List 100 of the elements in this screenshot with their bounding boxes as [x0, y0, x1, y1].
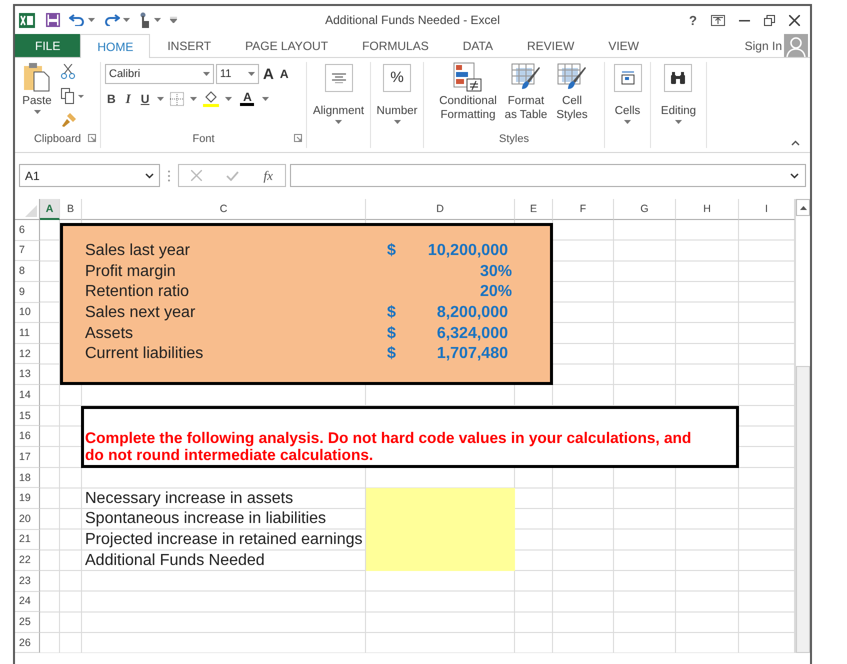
redo-icon[interactable] [104, 14, 120, 26]
row-header[interactable]: 17 [15, 447, 40, 468]
dropdown-caret-icon[interactable] [394, 120, 400, 124]
ribbon-display-icon[interactable] [711, 14, 725, 26]
avatar-icon[interactable] [784, 34, 808, 57]
dropdown-caret-icon[interactable] [123, 18, 130, 22]
font-name-field[interactable]: Calibri [105, 64, 214, 84]
collapse-ribbon-icon[interactable] [791, 140, 800, 146]
ribbon-tab[interactable]: DATA [446, 34, 510, 57]
vertical-scrollbar[interactable] [795, 199, 810, 654]
row-header[interactable]: 20 [15, 508, 40, 530]
font-size-field[interactable]: 11 [216, 64, 259, 84]
dropdown-caret-icon[interactable] [248, 72, 255, 76]
ribbon-tab[interactable]: HOME [80, 34, 150, 58]
row-header[interactable]: 13 [15, 364, 40, 386]
fill-color-icon[interactable] [203, 90, 220, 107]
underline-button[interactable]: U [138, 92, 152, 106]
row-header[interactable]: 14 [15, 385, 40, 406]
paste-button[interactable]: Paste [19, 62, 55, 130]
dropdown-caret-icon[interactable] [154, 18, 161, 22]
dropdown-caret-icon[interactable] [225, 96, 232, 100]
undo-icon[interactable] [69, 14, 85, 26]
ribbon-tab[interactable]: REVIEW [510, 34, 592, 57]
name-box[interactable]: A1 [19, 164, 160, 187]
scroll-up-icon[interactable] [800, 206, 806, 210]
row-header[interactable]: 16 [15, 426, 40, 448]
paintbrush-icon[interactable] [61, 112, 77, 128]
ribbon-tab[interactable]: PAGE LAYOUT [228, 34, 346, 57]
save-icon[interactable] [46, 13, 60, 27]
column-header[interactable]: H [676, 199, 739, 220]
input-value: 6,324,000 [436, 324, 508, 343]
restore-icon[interactable] [764, 14, 775, 26]
column-header[interactable]: C [82, 199, 366, 220]
alignment-button[interactable]: Alignment [310, 62, 368, 130]
dropdown-caret-icon[interactable] [34, 110, 40, 114]
dropdown-caret-icon[interactable] [88, 18, 95, 22]
font-color-button[interactable]: A [238, 92, 256, 106]
borders-icon[interactable] [170, 92, 184, 106]
chevron-down-icon[interactable] [145, 172, 154, 178]
styles-button[interactable]: Format as Table [501, 62, 551, 130]
styles-button[interactable]: Cell Styles [553, 62, 591, 130]
row-header[interactable]: 22 [15, 550, 40, 571]
italic-button[interactable]: I [124, 90, 133, 106]
shrink-font-button[interactable]: A [278, 67, 291, 81]
row-header[interactable]: 24 [15, 592, 40, 612]
dropdown-caret-icon[interactable] [190, 96, 198, 100]
minimize-icon[interactable] [739, 18, 750, 22]
row-header[interactable]: 10 [15, 302, 40, 324]
scissors-icon[interactable] [61, 64, 75, 80]
dropdown-caret-icon[interactable] [157, 96, 164, 100]
column-header[interactable]: D [366, 199, 515, 220]
file-tab[interactable]: FILE [15, 34, 80, 57]
editing-button[interactable]: Editing [658, 62, 700, 130]
input-value: 10,200,000 [428, 242, 508, 260]
row-header[interactable]: 23 [15, 570, 40, 592]
row-header[interactable]: 25 [15, 612, 40, 633]
column-header[interactable]: E [515, 199, 553, 220]
grow-font-button[interactable]: A [261, 66, 276, 82]
row-header[interactable]: 7 [15, 240, 40, 262]
ribbon-tab[interactable]: INSERT [150, 34, 228, 57]
column-header[interactable]: B [60, 199, 82, 220]
cells-button[interactable]: Cells [610, 62, 644, 130]
customize-caret-icon[interactable] [170, 17, 177, 23]
row-header[interactable]: 21 [15, 530, 40, 550]
row-header[interactable]: 19 [15, 488, 40, 509]
dropdown-caret-icon[interactable] [674, 120, 682, 124]
dropdown-caret-icon[interactable] [262, 96, 270, 100]
chevron-down-icon[interactable] [790, 172, 799, 178]
row-header[interactable]: 15 [15, 406, 40, 426]
styles-button[interactable]: Conditional Formatting [437, 62, 499, 130]
row-header[interactable]: 8 [15, 261, 40, 282]
column-header[interactable]: G [614, 199, 676, 220]
insert-function-button[interactable]: fx [264, 168, 273, 184]
dialog-launcher-icon[interactable] [294, 134, 302, 142]
ribbon-tab[interactable]: VIEW [591, 34, 656, 57]
dropdown-caret-icon[interactable] [203, 72, 210, 76]
help-button[interactable]: ? [689, 12, 697, 28]
close-icon[interactable] [789, 14, 800, 26]
answer-cell[interactable] [366, 550, 515, 571]
row-header[interactable]: 26 [15, 632, 40, 654]
formula-input[interactable] [290, 164, 806, 187]
column-header[interactable]: F [553, 199, 614, 220]
checkmark-icon[interactable] [226, 170, 240, 180]
row-header[interactable]: 18 [15, 468, 40, 488]
answer-cell[interactable] [366, 488, 515, 509]
row-header[interactable]: 11 [15, 323, 40, 344]
dropdown-caret-icon[interactable] [624, 120, 631, 124]
copy-icon[interactable] [61, 88, 85, 104]
number-button[interactable]: % Number [374, 62, 420, 130]
column-header[interactable]: I [739, 199, 795, 220]
dialog-launcher-icon[interactable] [88, 134, 96, 142]
sign-in-link[interactable]: Sign In [744, 38, 782, 52]
row-header[interactable]: 9 [15, 282, 40, 303]
column-header[interactable]: A [40, 199, 60, 220]
bold-button[interactable]: B [105, 92, 118, 106]
dropdown-caret-icon[interactable] [335, 120, 342, 124]
ribbon-tab[interactable]: FORMULAS [345, 34, 446, 57]
touch-mode-icon[interactable] [139, 12, 151, 28]
row-header[interactable]: 6 [15, 220, 40, 241]
row-header[interactable]: 12 [15, 344, 40, 364]
